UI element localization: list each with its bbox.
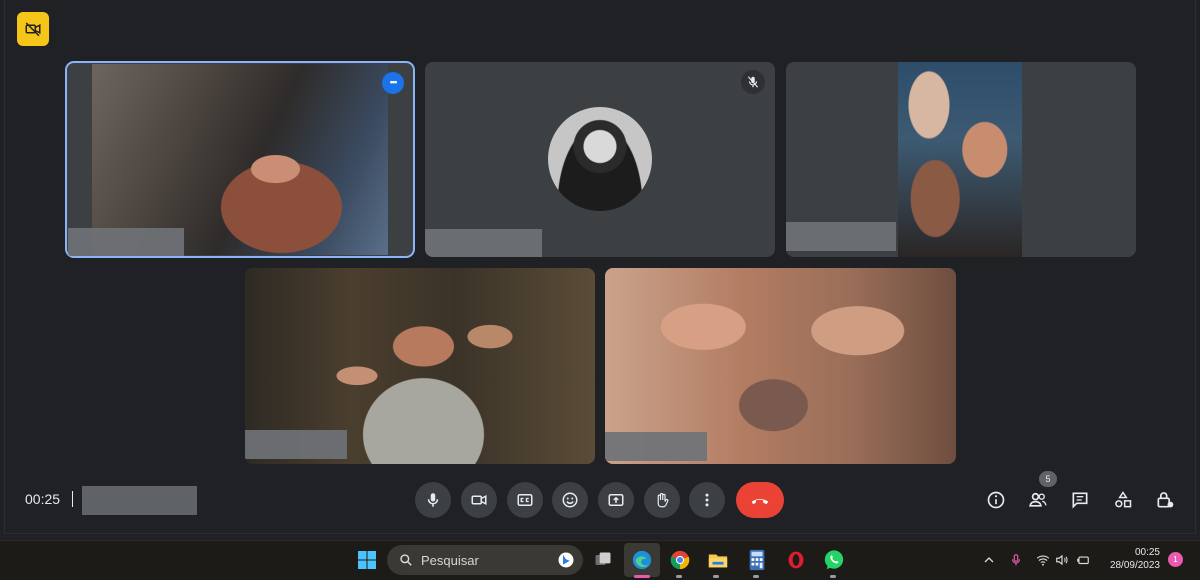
more-options-button[interactable] xyxy=(689,482,725,518)
tile-options-glyph: ••• xyxy=(389,77,398,87)
raise-hand-button[interactable] xyxy=(644,482,680,518)
camera-off-icon xyxy=(25,22,41,37)
clock-separator xyxy=(72,491,73,507)
wifi-icon xyxy=(1036,555,1050,566)
battery-button[interactable] xyxy=(1070,547,1096,573)
whatsapp-icon xyxy=(824,550,844,570)
opera-icon xyxy=(788,551,804,569)
end-call-icon xyxy=(751,499,769,505)
camera-button[interactable] xyxy=(461,482,497,518)
start-button[interactable] xyxy=(354,547,380,573)
chat-button[interactable] xyxy=(1068,488,1092,512)
bing-icon xyxy=(558,552,574,568)
speaker-icon xyxy=(1056,554,1068,566)
participant-video xyxy=(92,64,388,255)
battery-icon xyxy=(1077,556,1089,565)
search-placeholder: Pesquisar xyxy=(421,552,479,568)
participant-tile[interactable]: ••• xyxy=(65,61,415,258)
camera-off-indicator[interactable] xyxy=(17,12,49,46)
system-time: 00:25 xyxy=(1134,547,1160,558)
chrome-icon xyxy=(670,550,690,570)
microphone-icon xyxy=(1011,554,1021,566)
task-view-button[interactable] xyxy=(590,547,616,573)
task-view-icon xyxy=(595,552,611,565)
participant-tile[interactable] xyxy=(605,268,956,464)
participant-name-redacted xyxy=(425,229,542,257)
whatsapp-running-indicator xyxy=(830,575,836,578)
edge-button[interactable] xyxy=(629,547,655,573)
chat-icon xyxy=(1072,492,1088,509)
participant-tile[interactable] xyxy=(245,268,595,464)
taskbar: Pesquisar 00:25 28/09/2023 1 xyxy=(0,540,1200,580)
participant-tile[interactable] xyxy=(786,62,1136,257)
people-button[interactable] xyxy=(1026,488,1050,512)
captions-icon xyxy=(517,494,533,506)
captions-button[interactable] xyxy=(507,482,543,518)
hand-icon xyxy=(657,493,669,508)
camera-icon xyxy=(471,495,487,505)
lock-icon xyxy=(1157,492,1174,508)
activities-button[interactable] xyxy=(1111,488,1135,512)
calculator-running-indicator xyxy=(753,575,759,578)
participant-name-redacted xyxy=(605,432,707,461)
meeting-details-button[interactable] xyxy=(984,488,1008,512)
participant-name-redacted xyxy=(68,228,184,256)
meeting-clock: 00:25 xyxy=(25,491,61,507)
taskbar-search[interactable]: Pesquisar xyxy=(387,545,583,575)
host-controls-button[interactable] xyxy=(1153,488,1177,512)
microphone-in-use-indicator[interactable] xyxy=(1003,547,1029,573)
whatsapp-button[interactable] xyxy=(821,547,847,573)
tray-overflow-button[interactable] xyxy=(976,547,1002,573)
mic-icon xyxy=(427,493,439,507)
start-icon xyxy=(358,551,376,569)
chrome-running-indicator xyxy=(676,575,682,578)
leave-call-button[interactable] xyxy=(736,482,784,518)
calculator-button[interactable] xyxy=(744,547,770,573)
mic-off-icon xyxy=(747,76,759,88)
participant-avatar xyxy=(548,107,652,211)
muted-indicator xyxy=(741,70,765,94)
present-button[interactable] xyxy=(598,482,634,518)
explorer-running-indicator xyxy=(713,575,719,578)
edge-running-indicator xyxy=(634,575,650,578)
info-icon xyxy=(987,491,1005,509)
calculator-icon xyxy=(749,549,765,571)
participant-video xyxy=(898,62,1022,257)
more-vert-icon xyxy=(705,493,709,507)
system-date: 28/09/2023 xyxy=(1109,560,1160,571)
edge-icon xyxy=(632,550,652,570)
participant-name-redacted xyxy=(786,222,896,251)
tile-options-button[interactable]: ••• xyxy=(382,72,404,94)
file-explorer-button[interactable] xyxy=(705,547,731,573)
participant-tile[interactable] xyxy=(425,62,775,257)
participant-count-badge: 5 xyxy=(1039,471,1057,487)
present-icon xyxy=(608,494,624,506)
opera-button[interactable] xyxy=(783,547,809,573)
reactions-button[interactable] xyxy=(552,482,588,518)
search-icon xyxy=(400,554,412,566)
chrome-button[interactable] xyxy=(667,547,693,573)
notification-badge[interactable]: 1 xyxy=(1168,552,1183,567)
mic-button[interactable] xyxy=(415,482,451,518)
meeting-code-redacted xyxy=(82,486,197,515)
file-explorer-icon xyxy=(708,554,728,568)
emoji-icon xyxy=(562,492,578,508)
system-clock[interactable]: 00:25 28/09/2023 xyxy=(1100,546,1160,572)
shapes-icon xyxy=(1115,491,1132,508)
participant-name-redacted xyxy=(245,430,347,459)
meet-window: ••• 00:25 5 xyxy=(0,0,1200,540)
people-icon xyxy=(1029,492,1047,507)
chevron-up-icon xyxy=(984,557,994,563)
